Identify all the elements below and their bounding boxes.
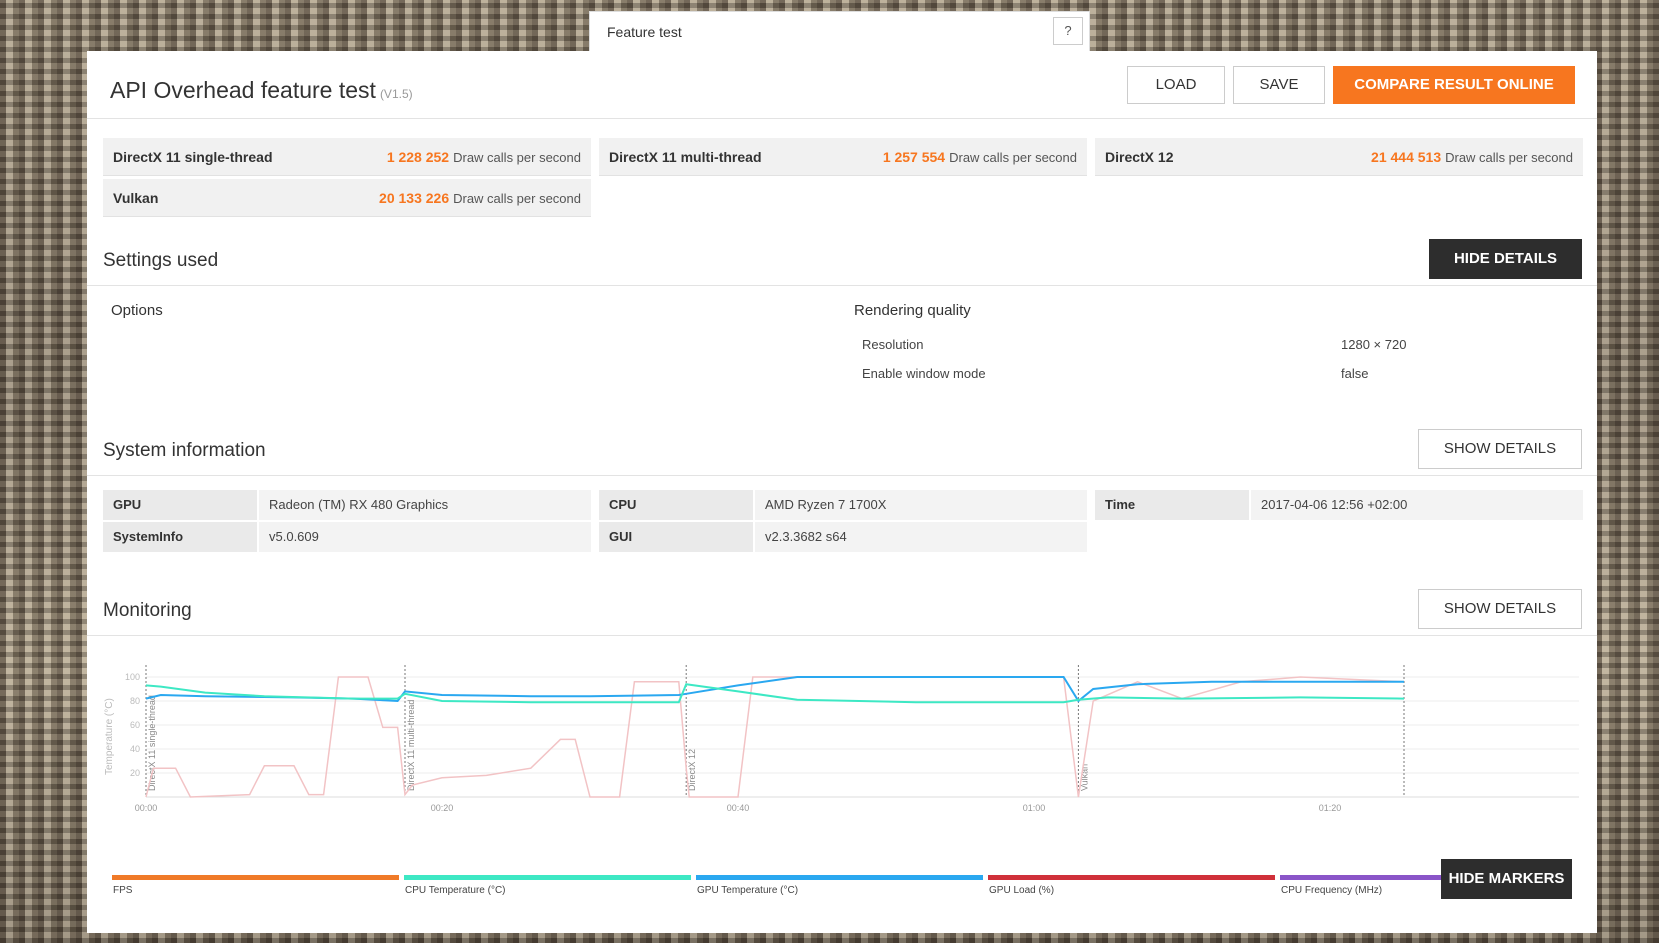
x-tick-label: 00:40 — [727, 803, 750, 813]
legend-swatch-gpu-temp — [696, 875, 983, 880]
score-value: 1 228 252 — [386, 149, 450, 165]
divider — [87, 118, 1597, 119]
show-details-button[interactable]: SHOW DETAILS — [1418, 429, 1582, 469]
compare-online-button[interactable]: COMPARE RESULT ONLINE — [1333, 66, 1575, 104]
save-button[interactable]: SAVE — [1233, 66, 1325, 104]
legend-swatch-gpu-load — [988, 875, 1275, 880]
test-marker-label: DirectX 12 — [687, 749, 697, 791]
legend-label[interactable]: FPS — [113, 885, 132, 896]
monitoring-chart: 100 80 60 40 20 00:00 00:20 00:40 01:00 01:20 Temp… — [104, 665, 1579, 813]
score-value: 20 133 226 — [379, 190, 450, 206]
hide-details-button[interactable]: HIDE DETAILS — [1429, 239, 1582, 279]
legend-swatch-cpu-temp — [404, 875, 691, 880]
settings-title: Settings used — [103, 250, 219, 271]
setting-key: Enable window mode — [862, 366, 986, 381]
score-unit: Draw calls per second — [1445, 150, 1573, 165]
series-line — [145, 683, 1405, 704]
x-tick-label: 01:00 — [1023, 803, 1046, 813]
legend-swatch-fps — [112, 875, 399, 880]
info-key: GUI — [599, 522, 753, 552]
score-dx12: DirectX 12 21 444 513 Draw calls per seco… — [1095, 138, 1583, 176]
score-name: DirectX 11 single-thread — [113, 149, 273, 165]
system-info-title: System information — [103, 440, 266, 461]
score-unit: Draw calls per second — [453, 191, 581, 206]
y-tick-label: 20 — [130, 768, 140, 778]
x-tick-label: 01:20 — [1319, 803, 1342, 813]
legend-label[interactable]: CPU Frequency (MHz) — [1281, 885, 1382, 896]
setting-value: false — [1341, 366, 1369, 381]
monitoring-show-details-button[interactable]: SHOW DETAILS — [1418, 589, 1582, 629]
score-name: DirectX 12 — [1105, 149, 1174, 165]
test-marker-label: DirectX 11 multi-thread — [406, 700, 416, 791]
help-button[interactable]: ? — [1053, 17, 1083, 45]
info-key: CPU — [599, 490, 753, 520]
score-unit: Draw calls per second — [949, 150, 1077, 165]
score-dx11-multi: DirectX 11 multi-thread 1 257 554 Draw ca… — [599, 138, 1087, 176]
load-button[interactable]: LOAD — [1127, 66, 1225, 104]
legend-label[interactable]: GPU Temperature (°C) — [697, 885, 798, 896]
y-tick-label: 60 — [130, 720, 140, 730]
options-label: Options — [111, 302, 163, 319]
rendering-quality-label: Rendering quality — [854, 302, 971, 319]
y-tick-label: 80 — [130, 696, 140, 706]
score-name: DirectX 11 multi-thread — [609, 149, 762, 165]
series-line — [145, 676, 1405, 798]
y-tick-label: 40 — [130, 744, 140, 754]
x-tick-label: 00:20 — [431, 803, 454, 813]
score-dx11-single: DirectX 11 single-thread 1 228 252 Draw c… — [103, 138, 591, 176]
info-value: v2.3.3682 s64 — [755, 522, 1087, 552]
divider — [87, 285, 1597, 286]
legend-label[interactable]: CPU Temperature (°C) — [405, 885, 506, 896]
info-value: AMD Ryzen 7 1700X — [755, 490, 1087, 520]
x-tick-label: 00:00 — [135, 803, 158, 813]
info-key: GPU — [103, 490, 257, 520]
y-tick-label: 100 — [125, 672, 140, 682]
info-value: 2017-04-06 12:56 +02:00 — [1251, 490, 1583, 520]
info-key: Time — [1095, 490, 1249, 520]
score-vulkan: Vulkan 20 133 226 Draw calls per second — [103, 179, 591, 217]
setting-value: 1280 × 720 — [1341, 337, 1407, 352]
divider — [87, 475, 1597, 476]
score-value: 1 257 554 — [882, 149, 946, 165]
version-label: (V1.5) — [379, 87, 413, 101]
hide-markers-button[interactable]: HIDE MARKERS — [1441, 859, 1572, 899]
score-unit: Draw calls per second — [453, 150, 581, 165]
info-value: Radeon (TM) RX 480 Graphics — [259, 490, 591, 520]
score-name: Vulkan — [113, 190, 159, 206]
y-axis-label: Temperature (°C) — [104, 698, 115, 775]
page-title-text: API Overhead feature test — [110, 77, 376, 103]
window-title-bar: Feature test ? — [589, 11, 1090, 51]
info-key: SystemInfo — [103, 522, 257, 552]
score-value: 21 444 513 — [1371, 149, 1442, 165]
page-title: API Overhead feature test (V1.5) — [110, 77, 413, 104]
setting-key: Resolution — [862, 337, 924, 352]
divider — [87, 635, 1597, 636]
legend-label[interactable]: GPU Load (%) — [989, 885, 1054, 896]
result-panel: API Overhead feature test (V1.5) LOAD SAV… — [87, 51, 1597, 933]
monitoring-title: Monitoring — [103, 600, 192, 621]
info-value: v5.0.609 — [259, 522, 591, 552]
window-title: Feature test — [607, 24, 682, 40]
